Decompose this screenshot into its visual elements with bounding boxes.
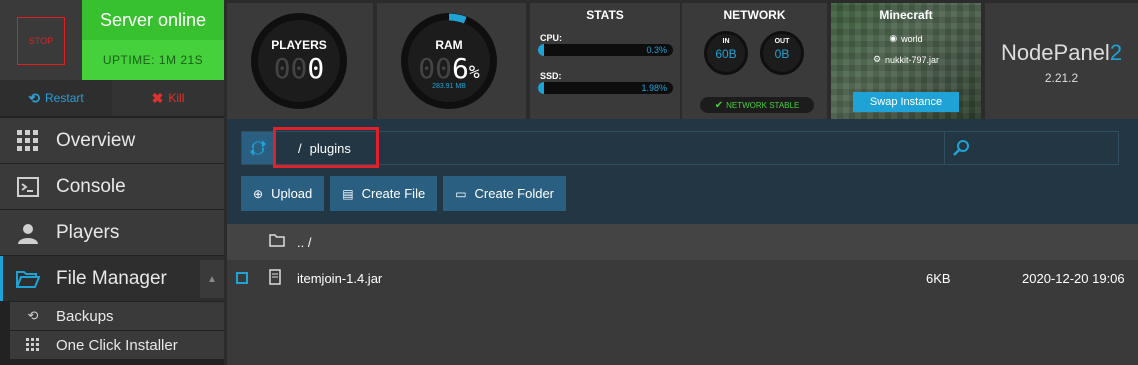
file-list: .. / itemjoin-1.4.jar 6KB 2020-12-20 19:… (227, 224, 1138, 365)
ram-progress-arc (401, 13, 497, 109)
sidebar-item-label: Backups (56, 307, 114, 325)
terminal-icon (0, 176, 56, 197)
create-file-label: Create File (361, 186, 426, 201)
network-in: IN 60B (704, 31, 748, 75)
players-widget: PLAYERS 000 (227, 3, 373, 119)
network-in-label: IN (722, 38, 730, 45)
globe-icon: ◉ (889, 33, 898, 43)
stop-button[interactable]: STOP (17, 17, 65, 65)
cpu-value: 0.3% (646, 45, 667, 55)
restart-label: Restart (45, 91, 84, 105)
grid-icon (10, 338, 56, 352)
sidebar-item-label: One Click Installer (56, 336, 178, 354)
brand-widget: NodePanel2 2.21.2 (985, 3, 1138, 119)
world-name: world (901, 33, 923, 44)
user-icon (0, 222, 56, 244)
sidebar: STOP Server online UPTIME: 1M 21S ⟲ Rest… (0, 0, 224, 365)
players-count: 000 (273, 52, 325, 85)
cpu-bar: 0.3% (538, 44, 673, 56)
grid-icon (0, 129, 56, 152)
chevron-up-icon[interactable]: ▲ (200, 260, 224, 298)
sidebar-item-label: Console (56, 175, 126, 197)
sidebar-item-file-manager[interactable]: File Manager ▲ (0, 256, 224, 302)
sidebar-item-label: Overview (56, 129, 136, 151)
server-status-text: Server online (99, 10, 207, 30)
search-divider (944, 132, 945, 164)
file-size: 6KB (926, 270, 951, 286)
swap-instance-button[interactable]: Swap Instance (853, 92, 959, 112)
ssd-bar-fill (538, 82, 544, 94)
cpu-bar-fill (538, 44, 544, 56)
sidebar-subitem-one-click-installer[interactable]: One Click Installer (10, 331, 224, 360)
sidebar-item-label: File Manager (56, 267, 167, 289)
ssd-label: SSD: (540, 71, 562, 81)
sidebar-nav: Overview Console Players File Manager ▲ (0, 118, 224, 360)
refresh-icon[interactable] (242, 132, 274, 164)
upload-label: Upload (271, 186, 313, 201)
uptime-text: UPTIME: 1M 21S (82, 40, 224, 80)
network-out: OUT 0B (760, 31, 804, 75)
players-label: PLAYERS (271, 38, 327, 52)
file-actions: ⊕ Upload ▤ Create File ▭ Create Folder (241, 176, 567, 211)
kill-button[interactable]: ✖ Kill (112, 80, 224, 116)
network-out-label: OUT (774, 38, 790, 45)
nodepanel-logo: NodePanel2 (1000, 40, 1123, 65)
file-icon: ▤ (342, 186, 354, 201)
minecraft-world: ◉ world (831, 33, 981, 44)
server-status-panel: Server online UPTIME: 1M 21S (82, 0, 224, 80)
network-status-text: NETWORK STABLE (726, 100, 800, 110)
file-icon (269, 268, 281, 288)
stats-widget: STATS CPU: 0.3% SSD: 1.98% (530, 3, 680, 119)
folder-icon (269, 234, 285, 250)
cogs-icon: ⚙ (872, 54, 882, 64)
jar-name: nukkit-797.jar (885, 54, 940, 65)
sidebar-subitem-backups[interactable]: ⟲ Backups (10, 302, 224, 331)
network-in-value: 60B (715, 47, 737, 61)
sidebar-item-players[interactable]: Players (0, 210, 224, 256)
restart-button[interactable]: ⟲ Restart (0, 80, 112, 116)
minecraft-widget: Minecraft ◉ world ⚙ nukkit-797.jar Swap … (831, 3, 981, 119)
sidebar-item-overview[interactable]: Overview (0, 118, 224, 164)
stop-area: STOP (0, 0, 82, 80)
check-icon: ✔ (714, 99, 724, 111)
file-date: 2020-12-20 19:06 (1022, 270, 1125, 286)
network-out-value: 0B (774, 47, 790, 61)
search-icon[interactable] (950, 137, 972, 159)
parent-directory-label: .. / (297, 234, 312, 250)
restart-icon: ⟲ (28, 89, 41, 106)
minecraft-title: Minecraft (879, 8, 933, 22)
stats-title: STATS (586, 8, 624, 22)
table-row[interactable]: itemjoin-1.4.jar 6KB 2020-12-20 19:06 (227, 260, 1138, 296)
network-title: NETWORK (723, 8, 786, 22)
power-controls: ⟲ Restart ✖ Kill (0, 80, 224, 116)
folder-icon: ▭ (455, 186, 467, 201)
folder-open-icon (0, 269, 56, 289)
cpu-label: CPU: (540, 33, 562, 43)
kill-label: Kill (168, 91, 185, 105)
network-widget: NETWORK IN 60B OUT 0B ✔ NETWORK STABLE (682, 3, 827, 119)
upload-button[interactable]: ⊕ Upload (241, 176, 325, 211)
file-select-checkbox[interactable] (236, 272, 248, 284)
panel-root: STOP Server online UPTIME: 1M 21S ⟲ Rest… (0, 0, 1138, 365)
players-gauge: PLAYERS 000 (251, 13, 347, 109)
backup-icon: ⟲ (27, 308, 39, 323)
version-text: 2.21.2 (1044, 71, 1079, 85)
ssd-value: 1.98% (641, 83, 667, 93)
ram-widget: RAM 006% 283.91 MB (377, 3, 526, 119)
create-folder-button[interactable]: ▭ Create Folder (443, 176, 567, 211)
minecraft-jar: ⚙ nukkit-797.jar (831, 54, 981, 65)
path-highlight-box (273, 127, 379, 168)
sidebar-item-console[interactable]: Console (0, 164, 224, 210)
ssd-bar: 1.98% (538, 82, 673, 94)
upload-icon: ⊕ (253, 186, 264, 201)
close-icon: ✖ (151, 89, 164, 106)
create-folder-label: Create Folder (474, 186, 555, 201)
sidebar-item-label: Players (56, 221, 120, 243)
network-status-badge: ✔ NETWORK STABLE (700, 97, 814, 113)
parent-directory-row[interactable]: .. / (227, 224, 1138, 260)
file-manager-toolbar: / plugins ⊕ Upload ▤ Create File ▭ Create… (227, 119, 1138, 224)
create-file-button[interactable]: ▤ Create File (330, 176, 438, 211)
file-name[interactable]: itemjoin-1.4.jar (297, 271, 382, 286)
